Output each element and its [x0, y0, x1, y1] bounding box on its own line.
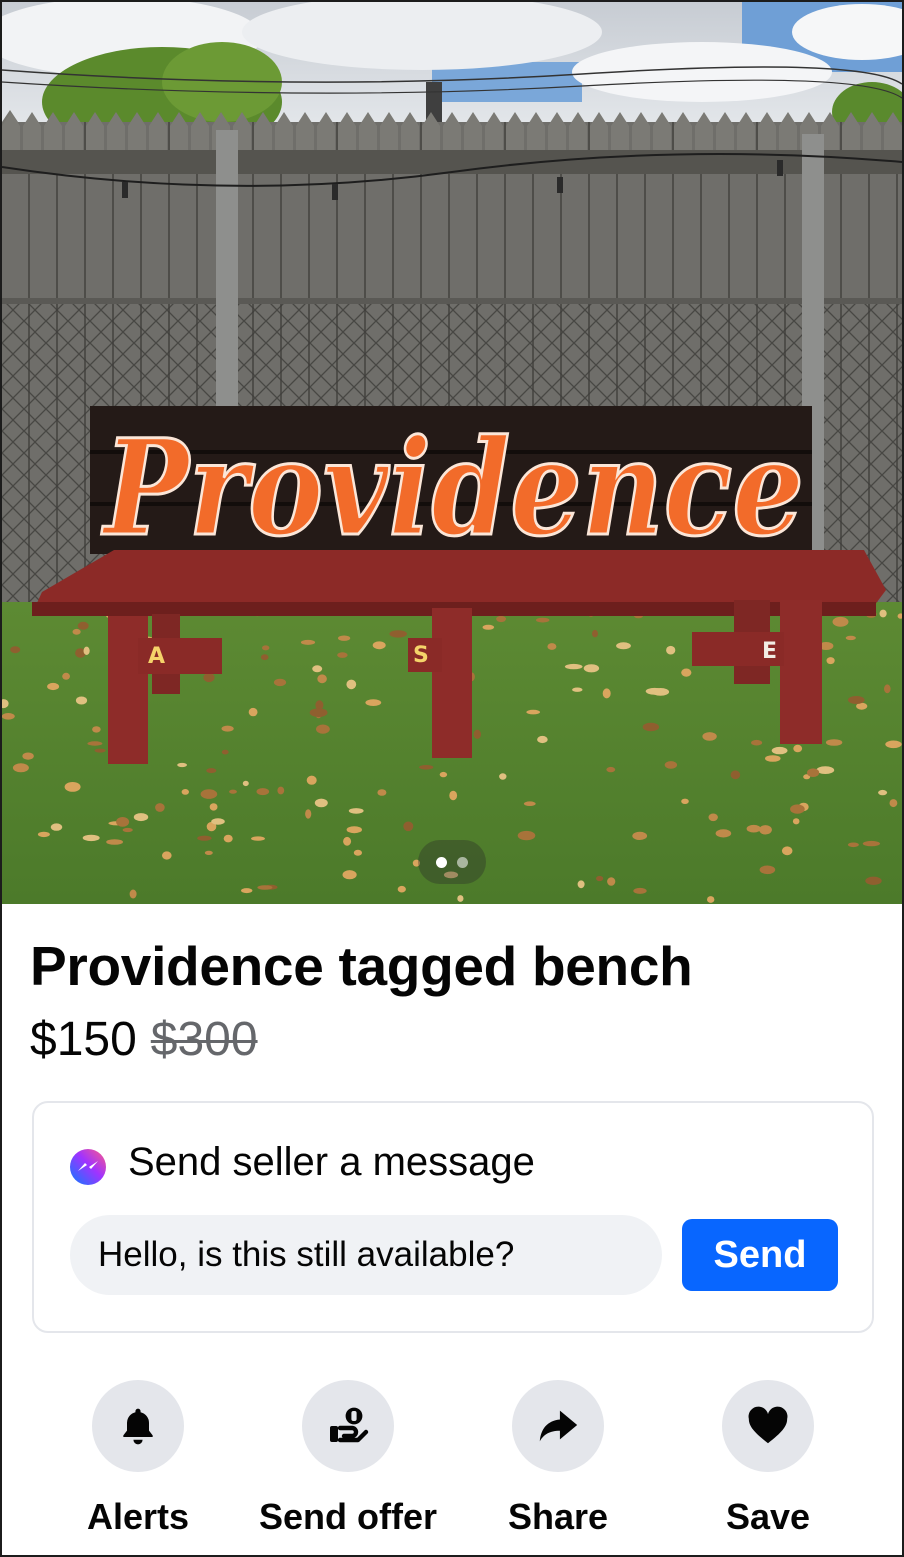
- alerts-label: Alerts: [86, 1496, 190, 1537]
- share-label: Share: [507, 1496, 609, 1537]
- current-price: $150: [30, 1013, 137, 1066]
- leg-tag-e: E: [762, 639, 777, 664]
- original-price: $300: [150, 1013, 258, 1066]
- send-button[interactable]: Send: [682, 1219, 838, 1291]
- send-offer-button[interactable]: Send offer: [238, 1380, 458, 1538]
- carousel-indicator[interactable]: [418, 840, 486, 884]
- price-row: $150 $300: [30, 1012, 258, 1067]
- send-offer-circle[interactable]: [302, 1380, 394, 1472]
- leg-tag-s: S: [413, 643, 429, 668]
- bench-graffiti-text: Providence: [101, 411, 804, 566]
- leg-tag-a: A: [148, 644, 165, 669]
- bell-icon: [123, 1408, 153, 1445]
- alerts-button[interactable]: Alerts: [28, 1380, 248, 1538]
- offer-icon: [330, 1407, 369, 1443]
- share-circle[interactable]: [512, 1380, 604, 1472]
- message-card-title: Send seller a message: [128, 1139, 535, 1184]
- save-label: Save: [725, 1496, 811, 1537]
- message-card-header: Send seller a message: [70, 1139, 535, 1185]
- listing-photo[interactable]: Providence A S E: [2, 2, 902, 904]
- send-offer-label: Send offer: [258, 1496, 437, 1537]
- app-frame: Providence A S E Providence tagged bench…: [0, 0, 904, 1557]
- messenger-icon: [70, 1149, 106, 1185]
- bench-photo-illustration: Providence A S E: [2, 2, 902, 904]
- message-seller-card: Send seller a message Hello, is this sti…: [32, 1101, 874, 1333]
- save-button[interactable]: Save: [658, 1380, 878, 1538]
- carousel-dot[interactable]: [436, 856, 447, 868]
- listing-title: Providence tagged bench: [30, 935, 693, 997]
- heart-icon: [748, 1406, 788, 1444]
- share-button[interactable]: Share: [448, 1380, 668, 1538]
- carousel-dot[interactable]: [457, 856, 468, 868]
- share-arrow-icon: [539, 1410, 578, 1442]
- message-input[interactable]: Hello, is this still available?: [70, 1215, 662, 1295]
- save-circle[interactable]: [722, 1380, 814, 1472]
- alerts-circle[interactable]: [92, 1380, 184, 1472]
